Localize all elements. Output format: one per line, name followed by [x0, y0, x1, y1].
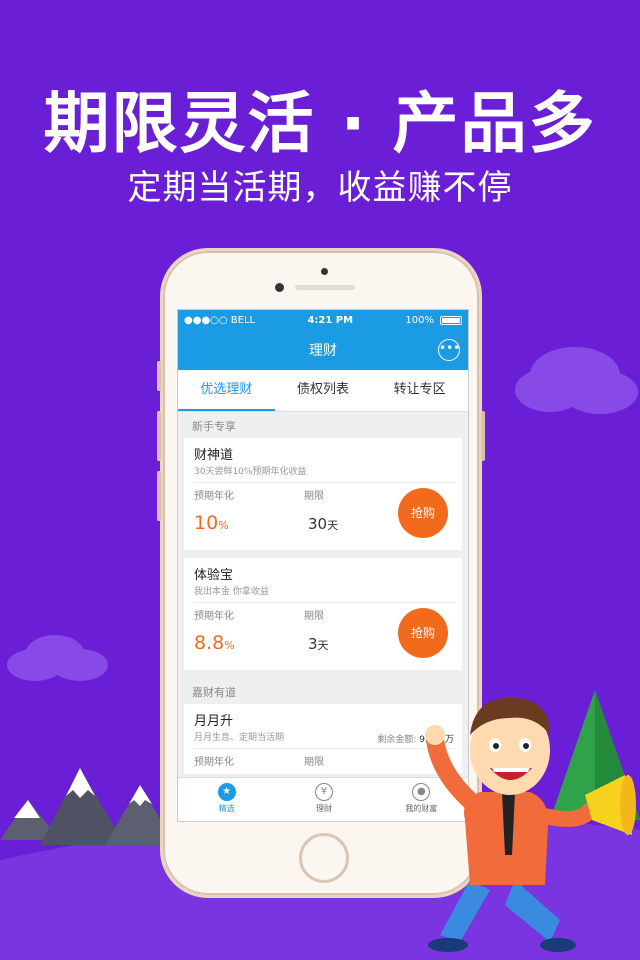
product-name: 财神道: [194, 448, 234, 463]
product-card[interactable]: 财神道 30天尝鲜10%预期年化收益 预期年化 期限 10% 30天 抢购: [184, 438, 462, 550]
tab-zhuanrang[interactable]: 转让专区: [371, 370, 468, 411]
clock: 4:21 PM: [307, 314, 354, 326]
subline: 定期当活期，收益赚不停: [127, 168, 513, 208]
rate-value: 10%: [194, 512, 229, 534]
product-card[interactable]: 体验宝 我出本金 你拿收益 预期年化 期限 8.8% 3天 抢购: [184, 558, 462, 670]
headline: 期限灵活 · 产品多: [43, 85, 597, 162]
earpiece: [295, 285, 355, 290]
more-icon[interactable]: •••: [438, 339, 460, 361]
page-title: 理财: [309, 343, 337, 359]
buy-button[interactable]: 抢购: [398, 608, 448, 658]
mascot-illustration: [425, 697, 636, 952]
power-button: [481, 411, 485, 461]
product-name: 月月升: [194, 714, 234, 729]
carrier: ●●●○○ BELL: [184, 314, 256, 326]
buy-button[interactable]: 抢购: [398, 488, 448, 538]
money-bag-icon: ¥: [314, 783, 333, 801]
section-title-newbie: 新手专享: [192, 420, 236, 433]
battery-percent: 100%: [405, 314, 434, 326]
term-label: 期限: [304, 757, 324, 768]
rate-value: 8.8%: [194, 632, 235, 654]
divider: [194, 748, 456, 749]
front-camera: [275, 283, 284, 292]
tab-zhaiquan[interactable]: 债权列表: [275, 370, 372, 411]
tabbar-item-jingxuan[interactable]: ★ 精选: [178, 778, 275, 821]
mute-switch: [157, 361, 161, 391]
product-desc: 我出本金 你拿收益: [194, 587, 269, 597]
tabbar-item-licai[interactable]: ¥ 理财: [275, 778, 372, 821]
term-value: 30天: [308, 515, 339, 533]
term-value: 3天: [308, 635, 329, 653]
tab-youxuan[interactable]: 优选理财: [178, 370, 275, 411]
status-bar: ●●●○○ BELL 4:21 PM 100%: [178, 310, 468, 330]
term-label: 期限: [304, 491, 324, 502]
product-name: 体验宝: [194, 568, 234, 583]
volume-up-button: [157, 411, 161, 461]
star-icon: ★: [217, 783, 236, 801]
rate-label: 预期年化: [194, 757, 234, 768]
volume-down-button: [157, 471, 161, 521]
front-sensor: [321, 268, 328, 275]
tab-bar-top: 优选理财 债权列表 转让专区: [178, 370, 468, 412]
product-desc: 30天尝鲜10%预期年化收益: [194, 467, 307, 477]
nav-bar: 理财 •••: [178, 330, 468, 370]
home-button[interactable]: [299, 833, 349, 883]
divider: [194, 602, 456, 603]
rate-label: 预期年化: [194, 611, 234, 622]
battery-icon: [440, 315, 462, 325]
term-label: 期限: [304, 611, 324, 622]
divider: [194, 482, 456, 483]
rate-label: 预期年化: [194, 491, 234, 502]
